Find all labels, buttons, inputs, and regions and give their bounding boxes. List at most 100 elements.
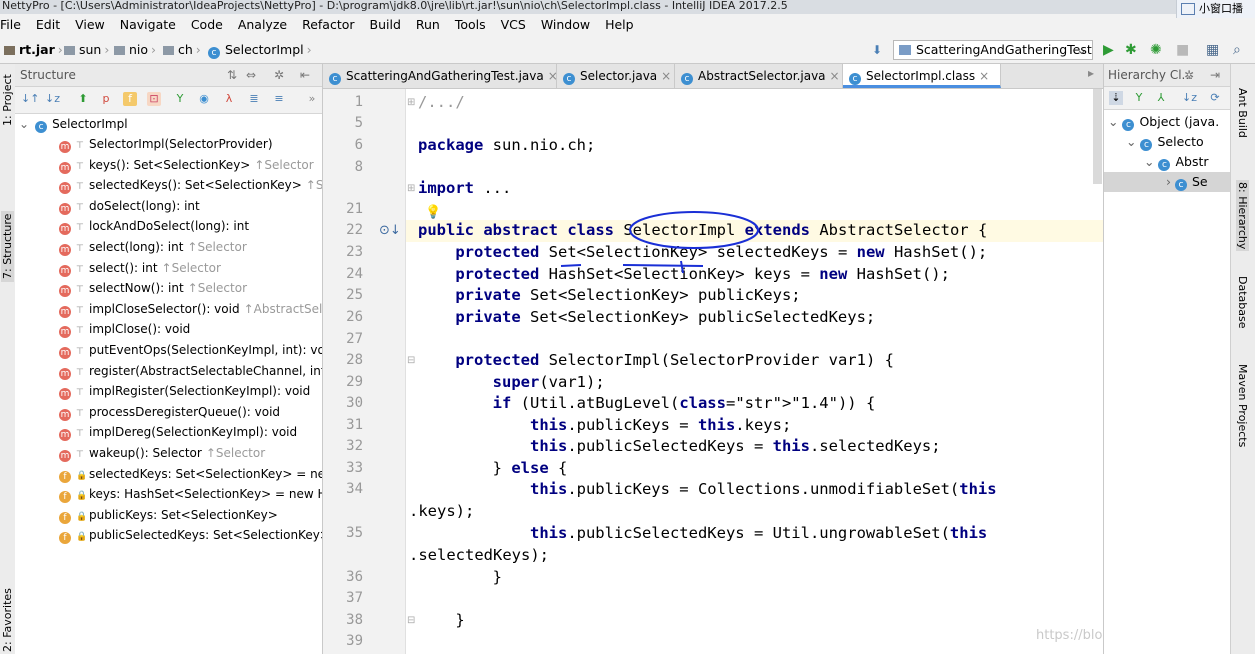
structure-method-item[interactable]: m ⊤ register(AbstractSelectableChannel, in… — [59, 361, 322, 381]
structure-tool-tab[interactable]: 7: Structure — [1, 210, 14, 282]
inherited-from-label: ↑Sele — [305, 178, 323, 193]
structure-item-label: keys(): Set<SelectionKey> — [89, 157, 251, 172]
structure-method-item[interactable]: m ⊤ selectNow(): int ↑Selector — [59, 278, 247, 298]
menu-help[interactable]: Help — [605, 17, 634, 32]
show-fields-icon[interactable]: f — [123, 92, 137, 106]
coverage-icon[interactable]: ✺ — [1150, 41, 1162, 59]
code-editor[interactable]: 1 5 6 8 21 22 23 24 25 26 27 28 29 30 31 32 33 34 35 36 37 38… — [323, 89, 1103, 654]
sort-alphabetically-icon[interactable]: ↓z — [1182, 91, 1197, 105]
stop-icon[interactable]: ■ — [1176, 41, 1189, 59]
hide-panel-icon[interactable]: ⇥ — [1210, 64, 1220, 86]
refresh-icon[interactable]: ⟳ — [1208, 91, 1222, 105]
gear-icon[interactable]: ✲ — [274, 64, 284, 86]
project-tool-tab[interactable]: 1: Project — [1, 74, 14, 126]
sort-by-type-icon[interactable]: ↓↑ — [21, 92, 39, 106]
structure-method-item[interactable]: m ⊤ implRegister(SelectionKeyImpl): void — [59, 381, 310, 401]
breadcrumb-ch[interactable]: ch › — [163, 37, 203, 63]
menu-run[interactable]: Run — [416, 17, 440, 32]
structure-field-item[interactable]: f 🔒 selectedKeys: Set<SelectionKey> = new — [59, 464, 322, 484]
structure-method-item[interactable]: m ⊤ processDeregisterQueue(): void — [59, 402, 280, 422]
show-inherited-icon[interactable]: ⬆ — [76, 92, 90, 106]
hierarchy-tool-tab[interactable]: 8: Hierarchy — [1236, 180, 1249, 252]
debug-icon[interactable]: ✱ — [1125, 41, 1137, 59]
show-properties-icon[interactable]: p — [99, 92, 113, 106]
ant-build-tool-tab[interactable]: Ant Build — [1236, 88, 1249, 138]
menu-refactor[interactable]: Refactor — [302, 17, 354, 32]
breadcrumb-nio[interactable]: nio › — [114, 37, 158, 63]
maven-projects-tool-tab[interactable]: Maven Projects — [1236, 364, 1249, 447]
sort-alphabetically-icon[interactable]: ↓z — [45, 92, 60, 106]
tab-scatteringandgatheringtest[interactable]: c ScatteringAndGatheringTest.java × — [323, 64, 558, 88]
structure-method-item[interactable]: m ⊤ select(long): int ↑Selector — [59, 237, 247, 257]
tab-abstractselector[interactable]: c AbstractSelector.java × — [675, 64, 843, 88]
run-icon[interactable]: ▶ — [1103, 41, 1114, 59]
search-icon[interactable]: ⌕ — [1233, 41, 1241, 59]
structure-method-item[interactable]: m ⊤ putEventOps(SelectionKeyImpl, int): vo… — [59, 340, 322, 360]
structure-method-item[interactable]: m ⊤ SelectorImpl(SelectorProvider) — [59, 134, 273, 154]
structure-method-item[interactable]: m ⊤ keys(): Set<SelectionKey> ↑Selector — [59, 155, 314, 175]
floating-window-control[interactable]: 小窗口播 — [1176, 0, 1255, 18]
structure-method-item[interactable]: m ⊤ lockAndDoSelect(long): int — [59, 216, 249, 236]
structure-field-item[interactable]: f 🔒 publicKeys: Set<SelectionKey> — [59, 505, 278, 525]
expand-icon[interactable]: ≣ — [247, 92, 261, 106]
scroll-tabs-icon[interactable]: ▸ — [1088, 66, 1094, 80]
more-icon[interactable]: » — [305, 92, 319, 106]
favorites-tool-tab[interactable]: 2: Favorites — [1, 588, 14, 652]
structure-item-label: selectedKeys(): Set<SelectionKey> — [89, 178, 302, 193]
show-non-public-icon[interactable]: ⊡ — [147, 92, 161, 106]
menu-vcs[interactable]: VCS — [501, 17, 526, 32]
supertypes-icon[interactable]: Y — [1132, 91, 1146, 105]
breadcrumb-selectorimpl[interactable]: c SelectorImpl › — [208, 37, 314, 63]
breadcrumb-sun[interactable]: sun › — [64, 37, 111, 63]
collapse-icon[interactable]: ≡ — [272, 92, 286, 106]
hierarchy-item[interactable]: ⌄ c Selecto — [1126, 132, 1204, 152]
gear-icon[interactable]: ✲ — [1184, 64, 1194, 86]
database-tool-tab[interactable]: Database — [1236, 276, 1249, 329]
breadcrumb-rt-jar[interactable]: rt.jar › — [4, 37, 65, 63]
menu-window[interactable]: Window — [541, 17, 590, 32]
hierarchy-item-selected[interactable]: › c Se — [1104, 172, 1231, 192]
visibility-icon: ⊤ — [76, 223, 84, 234]
project-structure-icon[interactable]: ▦ — [1206, 41, 1219, 59]
anonymous-classes-icon[interactable]: ◉ — [197, 92, 211, 106]
structure-method-item[interactable]: m ⊤ implClose(): void — [59, 319, 190, 339]
collapse-all-icon[interactable]: ⇔ — [246, 64, 256, 86]
structure-method-item[interactable]: m ⊤ implCloseSelector(): void↑AbstractSele… — [59, 299, 322, 319]
close-icon[interactable]: × — [979, 69, 989, 83]
structure-header: Structure ⇅ ⇔ ✲ ⇤ — [15, 64, 322, 87]
menu-navigate[interactable]: Navigate — [120, 17, 176, 32]
build-make-icon[interactable]: ⬇ — [872, 41, 882, 59]
menu-file[interactable]: File — [0, 17, 21, 32]
hide-panel-icon[interactable]: ⇤ — [300, 64, 310, 86]
close-icon[interactable]: × — [661, 69, 671, 83]
structure-field-item[interactable]: f 🔒 keys: HashSet<SelectionKey> = new Has — [59, 484, 322, 504]
menu-analyze[interactable]: Analyze — [238, 17, 287, 32]
menu-edit[interactable]: Edit — [36, 17, 60, 32]
menu-view[interactable]: View — [75, 17, 105, 32]
menu-tools[interactable]: Tools — [455, 17, 486, 32]
method-icon: m — [59, 244, 71, 256]
show-lambdas-icon[interactable]: Y — [173, 92, 187, 106]
structure-method-item[interactable]: m ⊤ implDereg(SelectionKeyImpl): void — [59, 422, 297, 442]
structure-method-item[interactable]: m ⊤ selectedKeys(): Set<SelectionKey>↑Sele — [59, 175, 323, 195]
class-hierarchy-icon[interactable]: ⇣ — [1109, 91, 1123, 105]
editor-scrollbar[interactable] — [1093, 89, 1102, 184]
structure-method-item[interactable]: m ⊤ wakeup(): Selector ↑Selector — [59, 443, 265, 463]
expand-all-icon[interactable]: ⇅ — [227, 64, 237, 86]
structure-field-item[interactable]: f 🔒 publicSelectedKeys: Set<SelectionKey> — [59, 525, 322, 545]
structure-method-item[interactable]: m ⊤ select(): int ↑Selector — [59, 258, 221, 278]
hierarchy-panel: Hierarchy Cl... ✲ ⇥ ⇣ Y ⅄ ↓z ⟳ ⌄ c Object… — [1103, 64, 1231, 654]
menu-build[interactable]: Build — [370, 17, 401, 32]
close-icon[interactable]: × — [830, 69, 840, 83]
field-icon: f — [59, 511, 71, 524]
structure-method-item[interactable]: m ⊤ doSelect(long): int — [59, 196, 200, 216]
structure-root[interactable]: ⌄ c SelectorImpl — [19, 114, 128, 134]
tab-selector[interactable]: c Selector.java × — [557, 64, 675, 88]
menu-code[interactable]: Code — [191, 17, 223, 32]
hierarchy-item[interactable]: ⌄ c Abstr — [1144, 152, 1209, 172]
lambda-icon[interactable]: λ — [222, 92, 236, 106]
hierarchy-item[interactable]: ⌄ c Object (java. — [1108, 112, 1219, 132]
tab-selectorimpl[interactable]: c SelectorImpl.class × — [843, 64, 1001, 88]
subtypes-icon[interactable]: ⅄ — [1154, 91, 1168, 105]
run-configuration-select[interactable]: ScatteringAndGatheringTest ⌄ — [893, 40, 1093, 60]
